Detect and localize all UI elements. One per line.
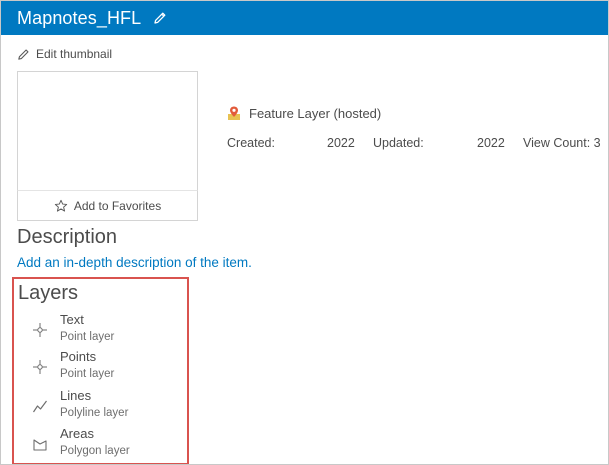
created-label: Created: <box>227 136 275 150</box>
item-details-frame: Mapnotes_HFL Edit thumbnail Add to Favor… <box>0 0 609 465</box>
item-title: Mapnotes_HFL <box>17 7 142 28</box>
layer-item-points[interactable]: Points Point layer <box>30 349 180 385</box>
layer-type: Polyline layer <box>60 407 129 419</box>
layer-name: Points <box>60 349 97 364</box>
thumbnail-image <box>17 71 198 191</box>
point-icon <box>33 323 47 337</box>
view-count: View Count: 3 <box>523 136 601 150</box>
layer-type: Polygon layer <box>60 445 130 457</box>
polygon-icon <box>33 439 47 451</box>
layers-heading: Layers <box>18 282 79 304</box>
layer-item-text[interactable]: Text Point layer <box>30 312 180 348</box>
item-type: Feature Layer (hosted) <box>227 105 381 121</box>
layer-name: Lines <box>60 388 92 403</box>
edit-thumbnail-label: Edit thumbnail <box>36 47 113 61</box>
item-header: Mapnotes_HFL <box>1 1 608 35</box>
add-to-favorites-label: Add to Favorites <box>73 198 162 213</box>
layer-name: Text <box>60 312 84 327</box>
layer-type: Point layer <box>60 368 115 380</box>
layer-item-areas[interactable]: Areas Polygon layer <box>30 426 180 462</box>
description-heading: Description <box>17 226 118 248</box>
edit-thumbnail-link[interactable]: Edit thumbnail <box>17 47 112 61</box>
layer-item-lines[interactable]: Lines Polyline layer <box>30 388 180 424</box>
updated-label: Updated: <box>373 136 424 150</box>
created-value: 2022 <box>327 136 355 150</box>
star-icon <box>54 199 67 212</box>
add-to-favorites-button[interactable]: Add to Favorites <box>17 190 198 221</box>
edit-title-icon[interactable] <box>153 11 167 25</box>
polyline-icon <box>33 400 47 413</box>
layers-section: Layers Text Point layer Points Point lay… <box>12 277 189 464</box>
updated-value: 2022 <box>477 136 505 150</box>
pencil-icon <box>18 48 29 60</box>
feature-layer-icon <box>228 106 240 120</box>
layer-name: Areas <box>60 426 94 441</box>
layer-type: Point layer <box>60 331 115 343</box>
add-description-link[interactable]: Add an in-depth description of the item. <box>17 255 252 270</box>
item-type-label: Feature Layer (hosted) <box>249 105 382 121</box>
point-icon <box>33 360 47 374</box>
